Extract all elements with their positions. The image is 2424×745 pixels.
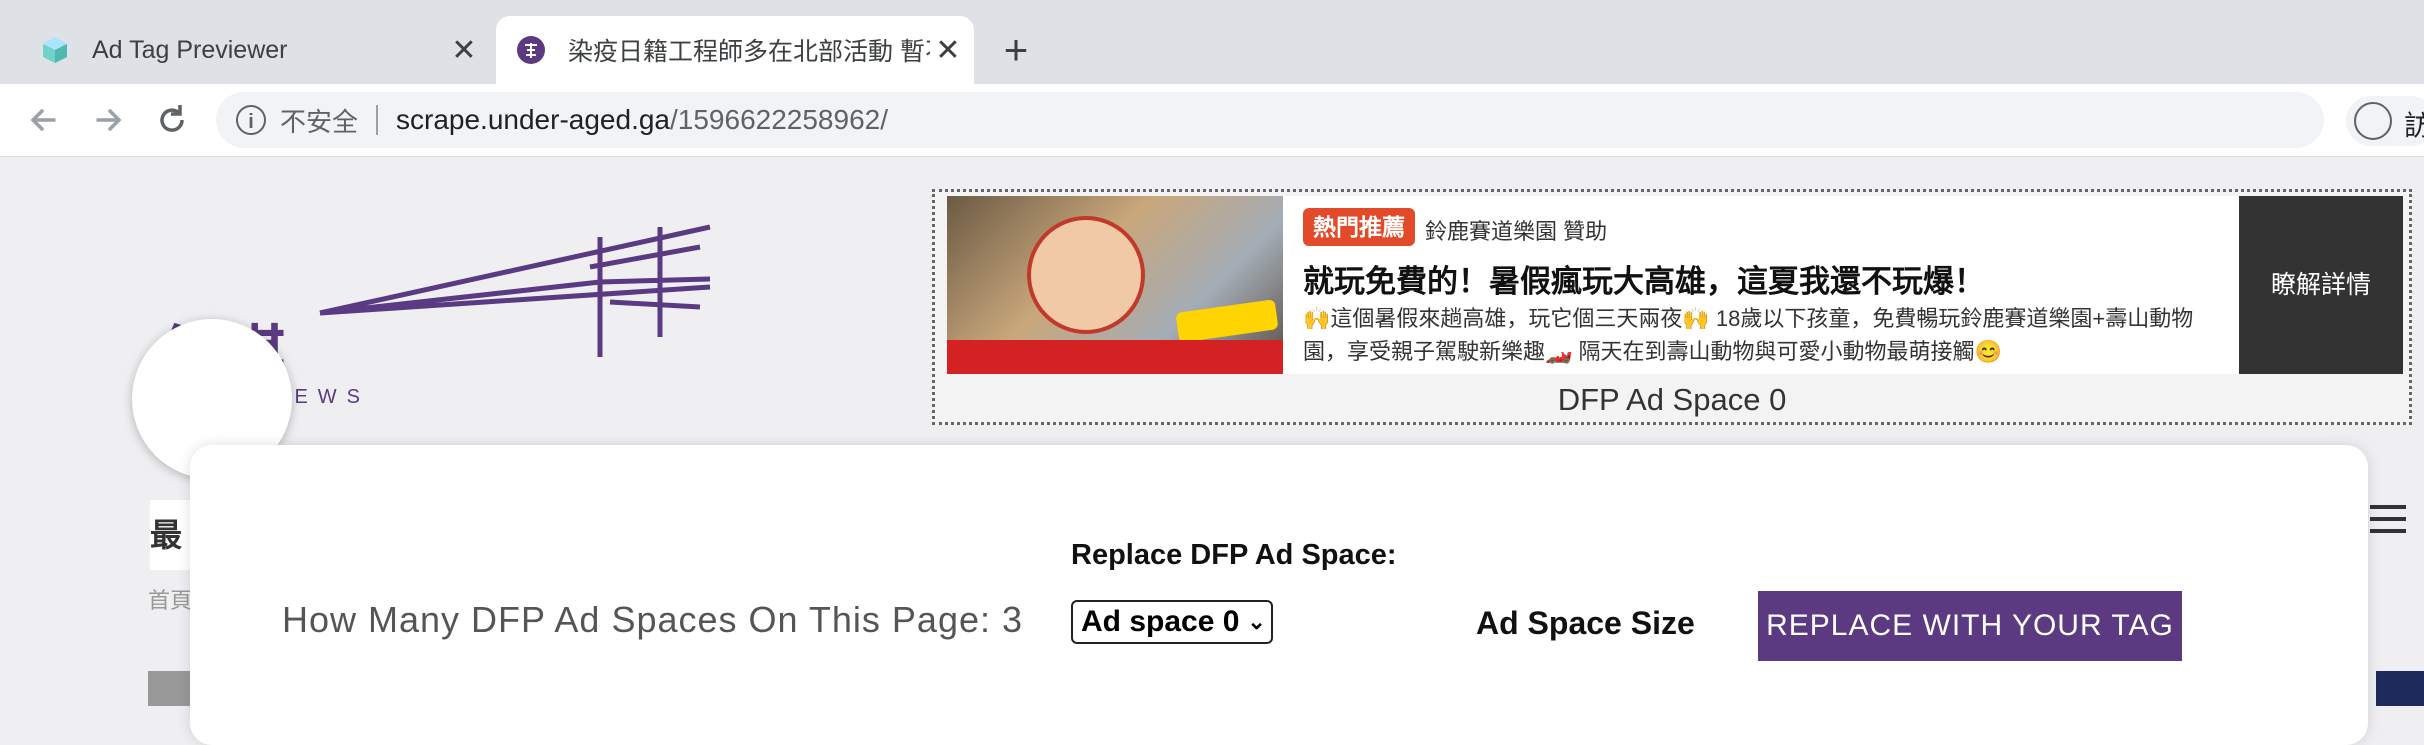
site-favicon bbox=[517, 36, 545, 64]
back-arrow-icon[interactable] bbox=[20, 96, 68, 144]
chevron-down-icon: ⌄ bbox=[1247, 609, 1266, 634]
hamburger-menu-icon[interactable] bbox=[2366, 497, 2424, 567]
close-icon[interactable]: ✕ bbox=[930, 33, 966, 68]
ad-body: 🙌這個暑假來趟高雄，玩它個三天兩夜🙌 18歲以下孩童，免費暢玩鈴鹿賽道樂園+壽山… bbox=[1303, 306, 2194, 364]
replace-tag-button[interactable]: REPLACE WITH YOUR TAG bbox=[1758, 591, 2182, 661]
ad-tag-previewer-panel: How Many DFP Ad Spaces On This Page: 3 R… bbox=[190, 445, 2368, 745]
ad-space-count: How Many DFP Ad Spaces On This Page: 3 bbox=[282, 599, 1024, 640]
info-icon[interactable]: i bbox=[236, 105, 266, 135]
security-status[interactable]: 不安全 bbox=[280, 102, 358, 139]
learn-more-button[interactable]: 瞭解詳情 bbox=[2239, 196, 2403, 374]
content-thumbnail bbox=[2376, 671, 2424, 706]
page-content: 傳媒 NEWS 最 首頁 熱門推薦 鈴鹿賽道樂園 贊助 就玩免費的！暑假瘋玩大高… bbox=[0, 157, 2424, 745]
ad-slot-caption: DFP Ad Space 0 bbox=[1557, 382, 1787, 417]
browser-tab-bar: Ad Tag Previewer ✕ 染疫日籍工程師多在北部活動 暫不 ✕ + bbox=[0, 0, 2424, 84]
url-host[interactable]: scrape.under-aged.ga bbox=[396, 104, 670, 136]
profile-label: 訪 bbox=[2404, 110, 2424, 141]
promo-sticker bbox=[1175, 299, 1279, 343]
ad-headline[interactable]: 就玩免費的！暑假瘋玩大高雄，這夏我還不玩爆！ bbox=[1303, 256, 1985, 301]
select-value: Ad space 0 bbox=[1081, 605, 1240, 638]
tab-title: Ad Tag Previewer bbox=[92, 35, 288, 64]
new-tab-button[interactable]: + bbox=[996, 22, 1036, 78]
reload-icon[interactable] bbox=[148, 96, 196, 144]
avatar bbox=[2354, 102, 2392, 140]
profile-button[interactable]: 訪 bbox=[2346, 96, 2424, 146]
mascot-illustration bbox=[1027, 216, 1145, 334]
tab-title: 染疫日籍工程師多在北部活動 暫不 bbox=[568, 38, 930, 66]
browser-toolbar: i 不安全 scrape.under-aged.ga /159662225896… bbox=[0, 84, 2424, 157]
dfp-ad-slot: 熱門推薦 鈴鹿賽道樂園 贊助 就玩免費的！暑假瘋玩大高雄，這夏我還不玩爆！ 🙌這… bbox=[932, 189, 2412, 425]
ad-image[interactable] bbox=[947, 196, 1283, 374]
ad-creative[interactable]: 熱門推薦 鈴鹿賽道樂園 贊助 就玩免費的！暑假瘋玩大高雄，這夏我還不玩爆！ 🙌這… bbox=[947, 196, 2403, 374]
close-icon[interactable]: ✕ bbox=[446, 33, 482, 68]
address-bar[interactable]: i 不安全 scrape.under-aged.ga /159662225896… bbox=[216, 92, 2324, 148]
url-path[interactable]: /1596622258962/ bbox=[670, 104, 888, 136]
divider bbox=[376, 105, 379, 135]
hot-badge: 熱門推薦 bbox=[1303, 208, 1415, 246]
ad-image-footer bbox=[947, 340, 1283, 374]
nav-menu-item[interactable]: 最 bbox=[150, 500, 190, 570]
ad-space-size-label: Ad Space Size bbox=[1476, 605, 1695, 641]
ad-space-select[interactable]: Ad space 0 ⌄ bbox=[1071, 600, 1273, 644]
tab-news-article[interactable]: 染疫日籍工程師多在北部活動 暫不 ✕ bbox=[496, 16, 974, 84]
breadcrumb[interactable]: 首頁 bbox=[148, 583, 192, 615]
tab-ad-tag-previewer[interactable]: Ad Tag Previewer ✕ bbox=[20, 16, 490, 84]
replace-label: Replace DFP Ad Space: bbox=[1071, 539, 1397, 571]
forward-arrow-icon[interactable] bbox=[84, 96, 132, 144]
ad-tag-previewer-icon bbox=[43, 37, 67, 63]
sponsor-label: 鈴鹿賽道樂園 贊助 bbox=[1425, 219, 1608, 244]
